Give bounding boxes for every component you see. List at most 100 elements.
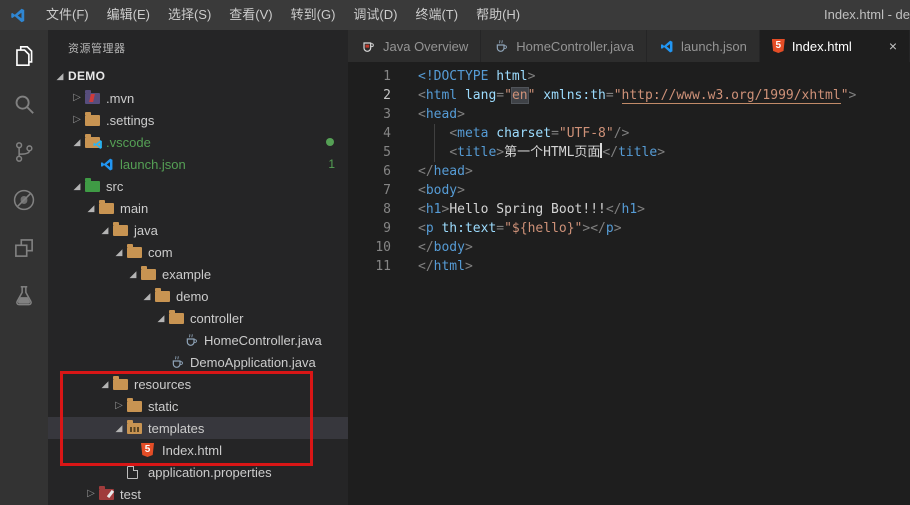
- code-line-2[interactable]: 2 <html lang="en" xmlns:th="http://www.w3…: [348, 86, 910, 105]
- code-line-10[interactable]: 10 </body>: [348, 238, 910, 257]
- tree-item-demoapplication-java[interactable]: DemoApplication.java: [48, 351, 348, 373]
- tree-item-label: .vscode: [106, 134, 151, 150]
- folder-icon: [169, 309, 190, 324]
- tree-item-demo[interactable]: ◢ DEMO: [48, 65, 348, 87]
- tree-item-vscode[interactable]: ◢ .vscode: [48, 131, 348, 153]
- tree-item-homecontroller-java[interactable]: HomeController.java: [48, 329, 348, 351]
- test-icon[interactable]: [0, 272, 48, 320]
- twistie-collapsed-icon[interactable]: ▷: [69, 87, 85, 109]
- code-text: <meta charset="UTF-8"/>: [449, 126, 630, 141]
- menu-文件-f[interactable]: 文件(F): [37, 0, 98, 30]
- menu-终端-t[interactable]: 终端(T): [406, 0, 467, 30]
- code-line-1[interactable]: 1 <!DOCTYPE html>: [348, 67, 910, 86]
- line-number: 4: [383, 126, 391, 141]
- debug-icon[interactable]: [0, 176, 48, 224]
- explorer-icon[interactable]: [0, 32, 48, 80]
- code-text: </body>: [418, 240, 473, 255]
- twistie-expanded-icon[interactable]: ◢: [97, 373, 113, 395]
- code-line-6[interactable]: 6 </head>: [348, 162, 910, 181]
- tree-item-launch-json[interactable]: launch.json 1: [48, 153, 348, 175]
- search-icon[interactable]: [0, 80, 48, 128]
- tree-item-label: static: [148, 398, 179, 414]
- line-number: 5: [383, 145, 391, 160]
- code-line-9[interactable]: 9 <p th:text="${hello}"></p>: [348, 219, 910, 238]
- tree-item-label: example: [162, 266, 212, 282]
- tree-item-demo[interactable]: ◢ demo: [48, 285, 348, 307]
- tree-item-label: java: [134, 222, 158, 238]
- close-icon[interactable]: ×: [879, 38, 897, 54]
- twistie-expanded-icon[interactable]: ◢: [111, 241, 127, 263]
- twistie-expanded-icon[interactable]: ◢: [111, 417, 127, 439]
- tree-item-java[interactable]: ◢ java: [48, 219, 348, 241]
- code-text: <p th:text="${hello}"></p>: [418, 221, 622, 236]
- tree-item-templates[interactable]: ◢ templates: [48, 417, 348, 439]
- twistie-expanded-icon[interactable]: ◢: [153, 307, 169, 329]
- code-line-3[interactable]: 3 <head>: [348, 105, 910, 124]
- tree-item-label: main: [120, 200, 149, 216]
- line-number: 11: [375, 259, 391, 274]
- tree-item-mvn[interactable]: ▷ .mvn: [48, 87, 348, 109]
- menu-编辑-e[interactable]: 编辑(E): [98, 0, 159, 30]
- tree-item-resources[interactable]: ◢ resources: [48, 373, 348, 395]
- code-line-4[interactable]: 4 <meta charset="UTF-8"/>: [348, 124, 910, 143]
- tree-item-label: demo: [176, 288, 209, 304]
- twistie-expanded-icon[interactable]: ◢: [69, 131, 85, 153]
- tree-item-example[interactable]: ◢ example: [48, 263, 348, 285]
- test-folder-icon: [99, 485, 120, 500]
- twistie-collapsed-icon[interactable]: ▷: [69, 109, 85, 131]
- tree-item-index-html[interactable]: 5 Index.html: [48, 439, 348, 461]
- tab-homecontroller-java[interactable]: HomeController.java: [481, 30, 648, 62]
- code-line-8[interactable]: 8 <h1>Hello Spring Boot!!!</h1>: [348, 200, 910, 219]
- tab-index-html[interactable]: 5 Index.html ×: [759, 30, 910, 62]
- tree-item-controller[interactable]: ◢ controller: [48, 307, 348, 329]
- tree-item-src[interactable]: ◢ src: [48, 175, 348, 197]
- source-control-icon[interactable]: [0, 128, 48, 176]
- tab-java-overview[interactable]: Java Overview: [348, 30, 482, 62]
- code-text: <!DOCTYPE html>: [418, 69, 536, 84]
- tree-item-label: templates: [148, 420, 205, 436]
- menu-转到-g[interactable]: 转到(G): [282, 0, 345, 30]
- code-line-7[interactable]: 7 <body>: [348, 181, 910, 200]
- menu-查看-v[interactable]: 查看(V): [220, 0, 281, 30]
- tree-item-application-properties[interactable]: application.properties: [48, 461, 348, 483]
- explorer-header: 资源管理器: [68, 43, 126, 55]
- editor-area: Java Overview HomeController.java launch.j…: [348, 30, 910, 505]
- folder-icon: [141, 265, 162, 280]
- tree-item-main[interactable]: ◢ main: [48, 197, 348, 219]
- twistie-expanded-icon[interactable]: ◢: [97, 219, 113, 241]
- vscode-logo-icon: [9, 7, 26, 24]
- html-icon: 5: [141, 443, 162, 457]
- menu-选择-s[interactable]: 选择(S): [159, 0, 220, 30]
- vscode-folder-icon: [85, 133, 106, 149]
- tree-item-label: .settings: [106, 112, 155, 128]
- code-text: <title>第一个HTML页面 </title>: [449, 143, 666, 160]
- folder-icon: [155, 287, 176, 302]
- line-number: 3: [383, 107, 391, 122]
- twistie-expanded-icon[interactable]: ◢: [125, 263, 141, 285]
- tree-item-com[interactable]: ◢ com: [48, 241, 348, 263]
- tree-item-test[interactable]: ▷ test: [48, 483, 348, 505]
- twistie-collapsed-icon[interactable]: ▷: [83, 483, 99, 505]
- code-text: <h1>Hello Spring Boot!!!</h1>: [418, 202, 645, 217]
- code-line-5[interactable]: 5 <title>第一个HTML页面 </title>: [348, 143, 910, 162]
- twistie-expanded-icon[interactable]: ◢: [83, 197, 99, 219]
- folder-icon: [113, 221, 134, 236]
- folder-icon: [113, 375, 134, 390]
- extensions-icon[interactable]: [0, 224, 48, 272]
- vscode-icon: [659, 39, 674, 54]
- twistie-expanded-icon[interactable]: ◢: [139, 285, 155, 307]
- code-area[interactable]: 1 <!DOCTYPE html> 2 <html lang="en" xmlns:t…: [348, 62, 910, 276]
- tab-launch-json[interactable]: launch.json: [647, 30, 760, 62]
- file-tree: ◢ DEMO ▷ .mvn ▷ .settings ◢ .vscode launch.json 1…: [48, 65, 348, 505]
- twistie-expanded-icon[interactable]: ◢: [69, 175, 85, 197]
- menu-调试-d[interactable]: 调试(D): [344, 0, 406, 30]
- folder-icon: [85, 111, 106, 126]
- vscode-icon: [99, 157, 120, 172]
- menu-帮助-h[interactable]: 帮助(H): [467, 0, 529, 30]
- tree-item-static[interactable]: ▷ static: [48, 395, 348, 417]
- twistie-collapsed-icon[interactable]: ▷: [111, 395, 127, 417]
- tree-item-settings[interactable]: ▷ .settings: [48, 109, 348, 131]
- code-line-11[interactable]: 11 </html>: [348, 257, 910, 276]
- git-untracked-dot: [326, 138, 334, 146]
- twistie-expanded-icon[interactable]: ◢: [52, 65, 68, 87]
